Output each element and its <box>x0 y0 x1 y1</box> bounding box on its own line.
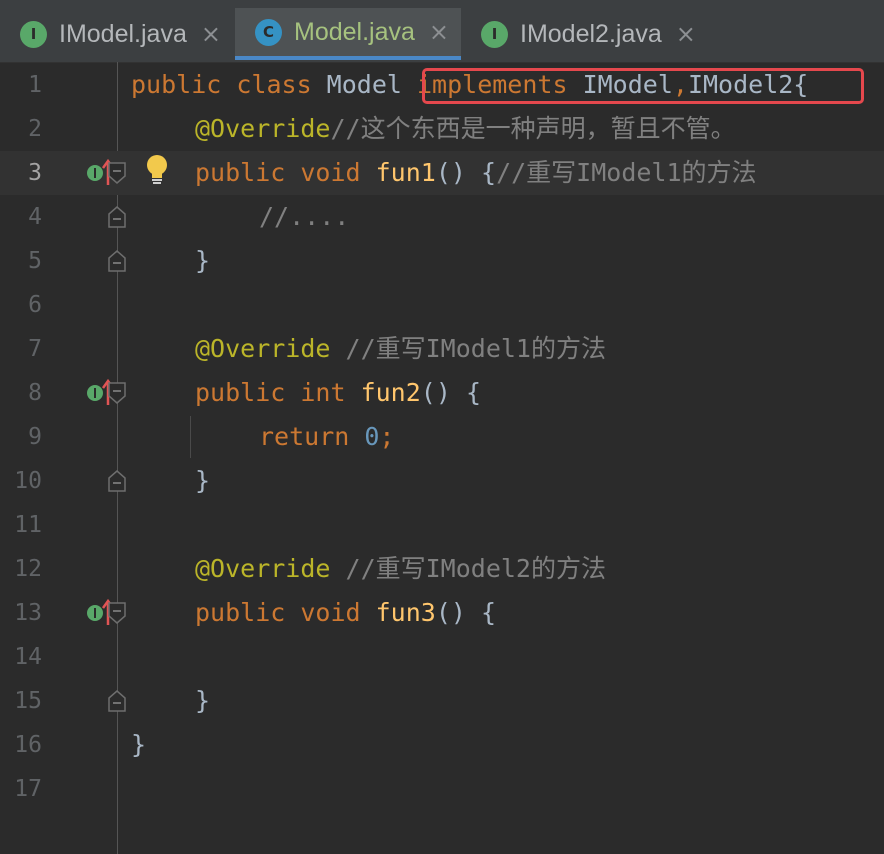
line-number: 13 <box>14 600 42 626</box>
line-number: 9 <box>28 424 42 450</box>
code-line[interactable]: 16 } <box>0 723 884 767</box>
tab-label: IModel.java <box>59 19 187 48</box>
line-number: 16 <box>14 732 42 758</box>
line-number: 1 <box>28 72 42 98</box>
code-text: public int fun2() { <box>195 378 482 407</box>
interface-file-icon: I <box>481 20 508 48</box>
line-number: 15 <box>14 688 42 714</box>
code-text: @Override //重写IModel2的方法 <box>195 554 606 583</box>
code-line[interactable]: 11 <box>0 503 884 547</box>
fold-marker-icon[interactable] <box>108 602 126 624</box>
lightbulb-icon[interactable] <box>143 153 171 187</box>
code-text: @Override//这个东西是一种声明，暂且不管。 <box>195 114 736 143</box>
line-number: 5 <box>28 248 42 274</box>
fold-marker-icon[interactable] <box>108 206 126 228</box>
tab-model[interactable]: C Model.java × <box>235 8 461 60</box>
code-text: public void fun3() { <box>195 598 497 627</box>
code-line[interactable]: 17 <box>0 767 884 811</box>
fold-marker-icon[interactable] <box>108 162 126 184</box>
line-number: 10 <box>14 468 42 494</box>
code-text: public void fun1() {//重写IModel1的方法 <box>195 158 757 187</box>
code-line[interactable]: 15 } <box>0 679 884 723</box>
tab-imodel[interactable]: I IModel.java × <box>0 8 235 60</box>
line-number: 7 <box>28 336 42 362</box>
code-text: return 0; <box>259 422 395 451</box>
code-line[interactable]: 2 @Override//这个东西是一种声明，暂且不管。 <box>0 107 884 151</box>
line-number: 17 <box>14 776 42 802</box>
line-number: 14 <box>14 644 42 670</box>
close-icon[interactable]: × <box>201 20 221 48</box>
code-line[interactable]: 4 //.... <box>0 195 884 239</box>
code-line[interactable]: 10 } <box>0 459 884 503</box>
code-text: } <box>195 686 211 715</box>
code-text: //.... <box>259 202 350 231</box>
code-line[interactable]: 5 } <box>0 239 884 283</box>
indent-guide <box>190 416 191 458</box>
close-icon[interactable]: × <box>429 18 449 46</box>
code-text: } <box>195 246 211 275</box>
class-file-icon: C <box>255 18 282 46</box>
editor-tab-bar: I IModel.java × C Model.java × I IModel2… <box>0 0 884 63</box>
code-line[interactable]: 9 return 0; <box>0 415 884 459</box>
code-line[interactable]: 6 <box>0 283 884 327</box>
line-number: 11 <box>14 512 42 538</box>
code-text: } <box>131 730 147 759</box>
code-line[interactable]: 7 @Override //重写IModel1的方法 <box>0 327 884 371</box>
line-number: 4 <box>28 204 42 230</box>
close-icon[interactable]: × <box>676 20 696 48</box>
code-line[interactable]: 12 @Override //重写IModel2的方法 <box>0 547 884 591</box>
tab-imodel2[interactable]: I IModel2.java × <box>461 8 706 60</box>
highlight-box <box>422 68 864 104</box>
line-number: 8 <box>28 380 42 406</box>
tab-label: IModel2.java <box>520 19 662 48</box>
line-number: 3 <box>28 160 42 186</box>
code-line[interactable]: 8 public int fun2() { <box>0 371 884 415</box>
fold-marker-icon[interactable] <box>108 470 126 492</box>
line-number: 12 <box>14 556 42 582</box>
code-line[interactable]: 14 <box>0 635 884 679</box>
code-text: } <box>195 466 211 495</box>
code-text: @Override //重写IModel1的方法 <box>195 334 606 363</box>
code-line-current[interactable]: 3 public void fun1() {//重写IModel1的方法 <box>0 151 884 195</box>
fold-marker-icon[interactable] <box>108 382 126 404</box>
code-line[interactable]: 13 public void fun3() { <box>0 591 884 635</box>
fold-marker-icon[interactable] <box>108 250 126 272</box>
tab-label: Model.java <box>294 17 415 46</box>
interface-file-icon: I <box>20 20 47 48</box>
line-number: 6 <box>28 292 42 318</box>
line-number: 2 <box>28 116 42 142</box>
fold-marker-icon[interactable] <box>108 690 126 712</box>
